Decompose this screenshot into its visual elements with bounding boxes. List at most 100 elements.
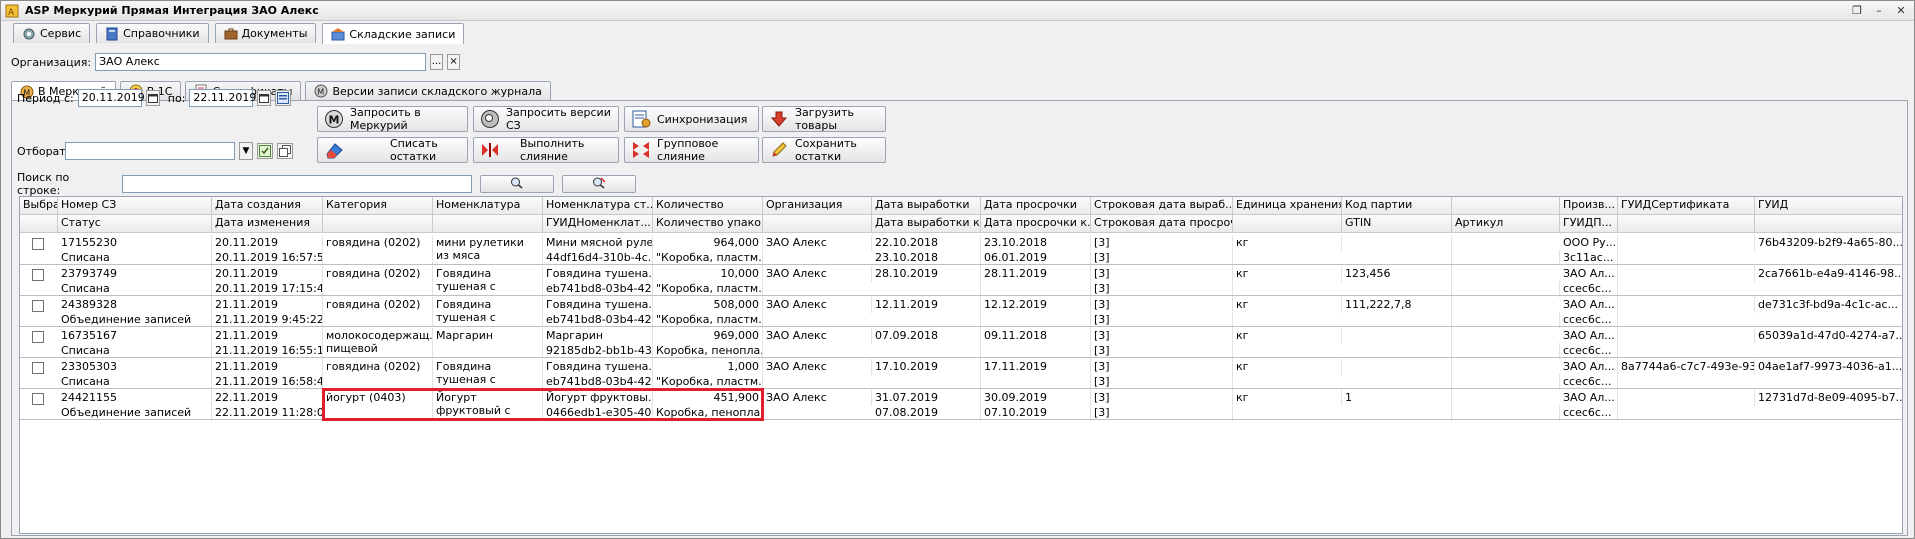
tab-record-versions[interactable]: M Версии записи складского журнала	[305, 81, 551, 100]
column-header[interactable]: Дата создания	[212, 197, 323, 215]
table-row[interactable]: 23305303 Списана 21.11.2019 21.11.2019 16:5…	[20, 358, 1902, 390]
tab-warehouse-records[interactable]: Складские записи	[322, 23, 465, 44]
table-cell-str-prod: [3]	[1091, 297, 1233, 313]
chevron-down-icon[interactable]: ▼	[239, 142, 253, 160]
calendar-icon[interactable]	[257, 90, 272, 106]
row-select-checkbox[interactable]	[32, 393, 44, 405]
column-subheader[interactable]: Статус	[58, 215, 212, 233]
search-button[interactable]	[480, 175, 554, 193]
tab-documents[interactable]: Документы	[214, 23, 317, 43]
sync-button[interactable]: Синхронизация	[624, 106, 759, 132]
table-cell-category: говядина (0202)	[323, 266, 433, 296]
column-header[interactable]: Номенклатура ст...	[543, 197, 653, 215]
column-subheader[interactable]: Дата изменения	[212, 215, 323, 233]
table-cell-created: 20.11.2019	[212, 266, 323, 282]
request-mercury-button[interactable]: M Запросить в Меркурий	[317, 106, 468, 132]
column-header[interactable]: Дата просрочки	[981, 197, 1091, 215]
row-select-checkbox[interactable]	[32, 300, 44, 312]
briefcase-icon	[224, 27, 238, 41]
period-picker-icon[interactable]	[275, 90, 292, 106]
table-cell-str-prod: [3]	[1091, 235, 1233, 251]
date-to-field[interactable]: 22.11.2019	[189, 89, 256, 107]
merge-button[interactable]: Выполнить слияние	[473, 137, 619, 163]
column-header[interactable]: Код партии	[1342, 197, 1452, 215]
organization-field[interactable]: ЗАО Алекс	[95, 53, 427, 71]
column-subheader[interactable]	[20, 215, 58, 233]
load-goods-button[interactable]: Загрузить товары	[762, 106, 886, 132]
column-subheader[interactable]	[323, 215, 433, 233]
column-header[interactable]: Организация	[763, 197, 872, 215]
column-subheader[interactable]	[1618, 215, 1755, 233]
column-header[interactable]: Количество	[653, 197, 763, 215]
tab-service[interactable]: Сервис	[13, 23, 91, 43]
save-remains-button[interactable]: Сохранить остатки	[762, 137, 886, 163]
table-cell-batch: 1	[1342, 390, 1452, 406]
search-versions-icon	[480, 109, 500, 129]
row-select-checkbox[interactable]	[32, 269, 44, 281]
column-header[interactable]: Выбран	[20, 197, 58, 215]
load-arrow-icon	[769, 109, 789, 129]
table-row[interactable]: 16735167 Списана 21.11.2019 21.11.2019 16:5…	[20, 327, 1902, 359]
column-subheader[interactable]	[763, 215, 872, 233]
tab-references[interactable]: Справочники	[96, 23, 209, 43]
column-subheader[interactable]: ГУИДНоменклат...	[543, 215, 653, 233]
column-subheader[interactable]: Дата выработки к...	[872, 215, 981, 233]
column-subheader[interactable]	[1233, 215, 1342, 233]
table-cell-nom-st: Говядина тушена...	[543, 359, 653, 375]
table-cell-guid: 76b43209-b2f9-4a65-80...	[1755, 235, 1902, 251]
search-input[interactable]	[122, 175, 472, 193]
row-select-checkbox[interactable]	[32, 238, 44, 250]
column-subheader[interactable]: GTIN	[1342, 215, 1452, 233]
search-label: Поиск по строке:	[17, 171, 70, 197]
request-versions-button[interactable]: Запросить версии СЗ	[473, 106, 619, 132]
column-header[interactable]: ГУИД	[1755, 197, 1902, 215]
table-cell-exp-date: 28.11.2019	[981, 266, 1091, 282]
column-header[interactable]: Единица хранения	[1233, 197, 1342, 215]
close-icon[interactable]: ✕	[1894, 4, 1908, 17]
column-header[interactable]: Дата выработки	[872, 197, 981, 215]
restore-icon[interactable]: ❐	[1850, 4, 1864, 17]
table-cell-str-prod: [3]	[1091, 328, 1233, 344]
column-subheader[interactable]: Дата просрочки к...	[981, 215, 1091, 233]
table-cell-nomenclature: Говядина тушеная с фасолью и луком	[433, 297, 543, 327]
table-cell-producer: ООО Ру...	[1560, 235, 1618, 251]
clear-search-button[interactable]	[562, 175, 636, 193]
column-subheader[interactable]	[1755, 215, 1902, 233]
write-off-button[interactable]: Списать остатки	[317, 137, 468, 163]
column-subheader[interactable]	[433, 215, 543, 233]
column-header[interactable]: Категория	[323, 197, 433, 215]
minimize-icon[interactable]: –	[1872, 4, 1886, 17]
group-merge-button[interactable]: Групповое слияние	[624, 137, 759, 163]
filter-icon[interactable]	[257, 143, 273, 159]
table-cell-qty: 10,000	[653, 266, 763, 282]
column-header[interactable]: Строковая дата выраб...	[1091, 197, 1233, 215]
table-row[interactable]: 24421155 Объединение записей 22.11.2019 22.…	[20, 389, 1902, 421]
column-header[interactable]: Произв...	[1560, 197, 1618, 215]
table-row[interactable]: 17155230 Списана 20.11.2019 20.11.2019 16:5…	[20, 234, 1902, 266]
table-row[interactable]: 24389328 Объединение записей 21.11.2019 21.…	[20, 296, 1902, 328]
button-label: Групповое слияние	[657, 137, 719, 163]
tab-label: Складские записи	[349, 27, 456, 41]
row-select-checkbox[interactable]	[32, 331, 44, 343]
table-row[interactable]: 23793749 Списана 20.11.2019 20.11.2019 17:1…	[20, 265, 1902, 297]
table-cell-unit: кг	[1233, 390, 1342, 406]
table-cell-num: 23305303	[58, 359, 212, 375]
date-from-field[interactable]: 20.11.2019	[77, 89, 145, 107]
organization-clear-button[interactable]: ×	[447, 54, 461, 70]
column-subheader[interactable]: ГУИДП...	[1560, 215, 1618, 233]
table-cell-prod-date: 07.09.2018	[872, 328, 981, 344]
select-field[interactable]	[65, 142, 235, 160]
calendar-icon[interactable]	[145, 90, 160, 106]
table-cell-created: 20.11.2019	[212, 235, 323, 251]
organization-select-button[interactable]: ...	[430, 54, 444, 70]
column-subheader[interactable]: Строковая дата просроч...	[1091, 215, 1233, 233]
row-select-checkbox[interactable]	[32, 362, 44, 374]
column-header[interactable]	[1452, 197, 1560, 215]
column-header[interactable]: Номенклатура	[433, 197, 543, 215]
copy-icon[interactable]	[277, 143, 293, 159]
column-subheader[interactable]: Артикул	[1452, 215, 1560, 233]
column-header[interactable]: ГУИДСертификата	[1618, 197, 1755, 215]
clear-search-icon	[592, 176, 606, 192]
column-subheader[interactable]: Количество упако...	[653, 215, 763, 233]
column-header[interactable]: Номер СЗ	[58, 197, 212, 215]
